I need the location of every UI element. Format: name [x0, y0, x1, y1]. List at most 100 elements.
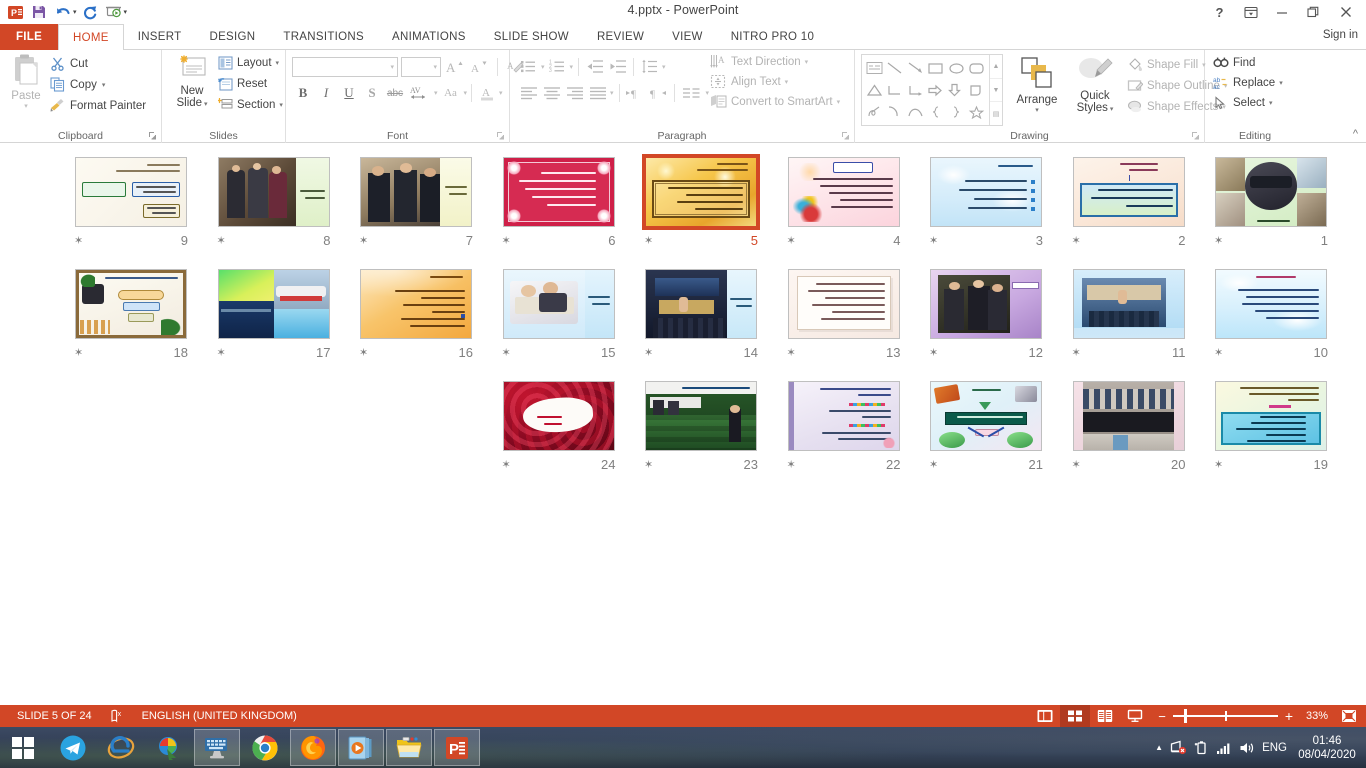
slide-thumbnail-frame[interactable]	[1070, 266, 1188, 342]
decrease-indent-button[interactable]	[584, 56, 605, 77]
align-right-button[interactable]	[564, 82, 585, 103]
font-dialog-launcher[interactable]	[496, 131, 505, 140]
slide-thumbnail-frame[interactable]	[642, 378, 760, 454]
taskbar-firefox[interactable]	[290, 729, 336, 766]
slide-thumbnail-frame[interactable]	[215, 266, 333, 342]
slide-animation-star-icon[interactable]: ✶	[644, 346, 653, 359]
shape-right-arrow-icon[interactable]	[926, 79, 947, 101]
shapes-more-icon[interactable]: ▤	[990, 102, 1002, 125]
slide-thumbnail-frame[interactable]	[72, 154, 190, 230]
tab-transitions[interactable]: TRANSITIONS	[269, 24, 378, 50]
tab-animations[interactable]: ANIMATIONS	[378, 24, 480, 50]
rtl-direction-button[interactable]: ¶	[648, 82, 669, 103]
slide-thumbnail-frame[interactable]	[642, 154, 760, 230]
shape-flowchart-icon[interactable]	[967, 79, 988, 101]
slide-animation-star-icon[interactable]: ✶	[217, 234, 226, 247]
slide-thumbnail-4[interactable]: ✶4	[773, 154, 915, 266]
slide-thumbnail-10[interactable]: ✶10	[1200, 266, 1342, 378]
increase-indent-button[interactable]	[607, 56, 628, 77]
slide-thumbnail-23[interactable]: ✶23	[630, 378, 772, 490]
close-button[interactable]	[1328, 0, 1364, 24]
slide-animation-star-icon[interactable]: ✶	[217, 346, 226, 359]
cut-button[interactable]: Cut	[50, 56, 146, 71]
change-case-caret[interactable]: ▾	[464, 89, 468, 97]
taskbar-telegram[interactable]	[50, 729, 96, 766]
slide-thumbnail-frame[interactable]	[1212, 378, 1330, 454]
slide-thumbnail-14[interactable]: ✶14	[630, 266, 772, 378]
slide-thumbnail-22[interactable]: ✶22	[773, 378, 915, 490]
slide-show-button[interactable]	[1120, 705, 1150, 727]
slide-animation-star-icon[interactable]: ✶	[359, 234, 368, 247]
slide-thumbnail-2[interactable]: ✶2	[1058, 154, 1200, 266]
quick-styles-button[interactable]: Quick Styles ▾	[1067, 54, 1123, 128]
taskbar-idm[interactable]	[146, 729, 192, 766]
slide-thumbnail-frame[interactable]	[785, 266, 903, 342]
tab-view[interactable]: VIEW	[658, 24, 717, 50]
line-spacing-caret[interactable]: ▾	[662, 63, 666, 71]
sign-in-link[interactable]: Sign in	[1323, 29, 1358, 41]
slide-animation-star-icon[interactable]: ✶	[502, 234, 511, 247]
slide-sorter-pane[interactable]: ✶9 ✶8 ✶7 ✶6 ✶5 ✶4	[0, 144, 1366, 705]
battery-icon[interactable]	[1194, 740, 1209, 755]
slide-thumbnail-frame[interactable]	[357, 266, 475, 342]
slide-thumbnail-17[interactable]: ✶17	[203, 266, 345, 378]
shape-freeform-icon[interactable]	[864, 101, 885, 123]
tab-slide-show[interactable]: SLIDE SHOW	[480, 24, 583, 50]
character-spacing-button[interactable]: AV	[407, 82, 433, 104]
tab-insert[interactable]: INSERT	[124, 24, 196, 50]
layout-button[interactable]: Layout ▾	[218, 56, 283, 70]
bullets-caret[interactable]: ▾	[541, 63, 545, 71]
shape-oval-icon[interactable]	[946, 57, 967, 79]
spellcheck-icon[interactable]: x	[101, 705, 133, 727]
slide-thumbnail-frame[interactable]	[215, 154, 333, 230]
tab-review[interactable]: REVIEW	[583, 24, 658, 50]
slide-thumbnail-16[interactable]: ✶16	[345, 266, 487, 378]
slide-animation-star-icon[interactable]: ✶	[502, 458, 511, 471]
align-text-button[interactable]: Align Text ▾	[710, 74, 840, 89]
layout-caret[interactable]: ▾	[276, 59, 280, 67]
slide-thumbnail-frame[interactable]	[927, 266, 1045, 342]
slide-animation-star-icon[interactable]: ✶	[929, 346, 938, 359]
taskbar-internet-explorer[interactable]	[98, 729, 144, 766]
copy-button[interactable]: Copy ▾	[50, 77, 146, 92]
drawing-dialog-launcher[interactable]	[1191, 131, 1200, 140]
ribbon-display-options-button[interactable]	[1235, 0, 1266, 24]
shape-down-arrow-icon[interactable]	[946, 79, 967, 101]
fit-slide-to-window-icon[interactable]	[1336, 705, 1362, 727]
select-button[interactable]: Select ▾	[1213, 96, 1283, 110]
shape-textbox-icon[interactable]	[864, 57, 885, 79]
tab-nitro-pro-10[interactable]: NITRO PRO 10	[717, 24, 828, 50]
restore-button[interactable]	[1297, 0, 1328, 24]
slide-animation-star-icon[interactable]: ✶	[74, 346, 83, 359]
zoom-in-button[interactable]: +	[1285, 708, 1293, 724]
line-spacing-button[interactable]	[639, 56, 660, 77]
slide-animation-star-icon[interactable]: ✶	[1214, 234, 1223, 247]
slide-animation-star-icon[interactable]: ✶	[787, 458, 796, 471]
justify-button[interactable]	[587, 82, 608, 103]
minimize-button[interactable]	[1266, 0, 1297, 24]
slide-thumbnail-19[interactable]: ✶19	[1200, 378, 1342, 490]
slide-thumbnail-frame[interactable]	[72, 266, 190, 342]
numbering-caret[interactable]: ▾	[570, 63, 574, 71]
slide-thumbnail-frame[interactable]	[1070, 378, 1188, 454]
taskbar-powerpoint[interactable]: P	[434, 729, 480, 766]
change-case-button[interactable]: Aa	[439, 82, 463, 104]
font-size-input[interactable]: ▾	[401, 57, 441, 77]
zoom-control[interactable]: − + 33%	[1150, 705, 1336, 727]
paste-button[interactable]: Paste ▾	[4, 54, 48, 122]
taskbar-chrome[interactable]	[242, 729, 288, 766]
slide-thumbnail-18[interactable]: ✶18	[60, 266, 202, 378]
shape-right-brace-icon[interactable]	[946, 101, 967, 123]
align-left-button[interactable]	[518, 82, 539, 103]
decrease-font-size-button[interactable]: A	[469, 56, 491, 78]
slide-thumbnail-frame[interactable]	[785, 154, 903, 230]
tab-design[interactable]: DESIGN	[195, 24, 269, 50]
slide-animation-star-icon[interactable]: ✶	[644, 234, 653, 247]
zoom-slider[interactable]	[1173, 705, 1278, 727]
font-color-caret[interactable]: ▾	[499, 89, 503, 97]
slide-thumbnail-frame[interactable]	[500, 266, 618, 342]
copy-dropdown-caret[interactable]: ▾	[102, 81, 106, 89]
slide-animation-star-icon[interactable]: ✶	[787, 234, 796, 247]
signal-bars-icon[interactable]	[1216, 741, 1232, 755]
zoom-slider-handle[interactable]	[1184, 709, 1187, 723]
